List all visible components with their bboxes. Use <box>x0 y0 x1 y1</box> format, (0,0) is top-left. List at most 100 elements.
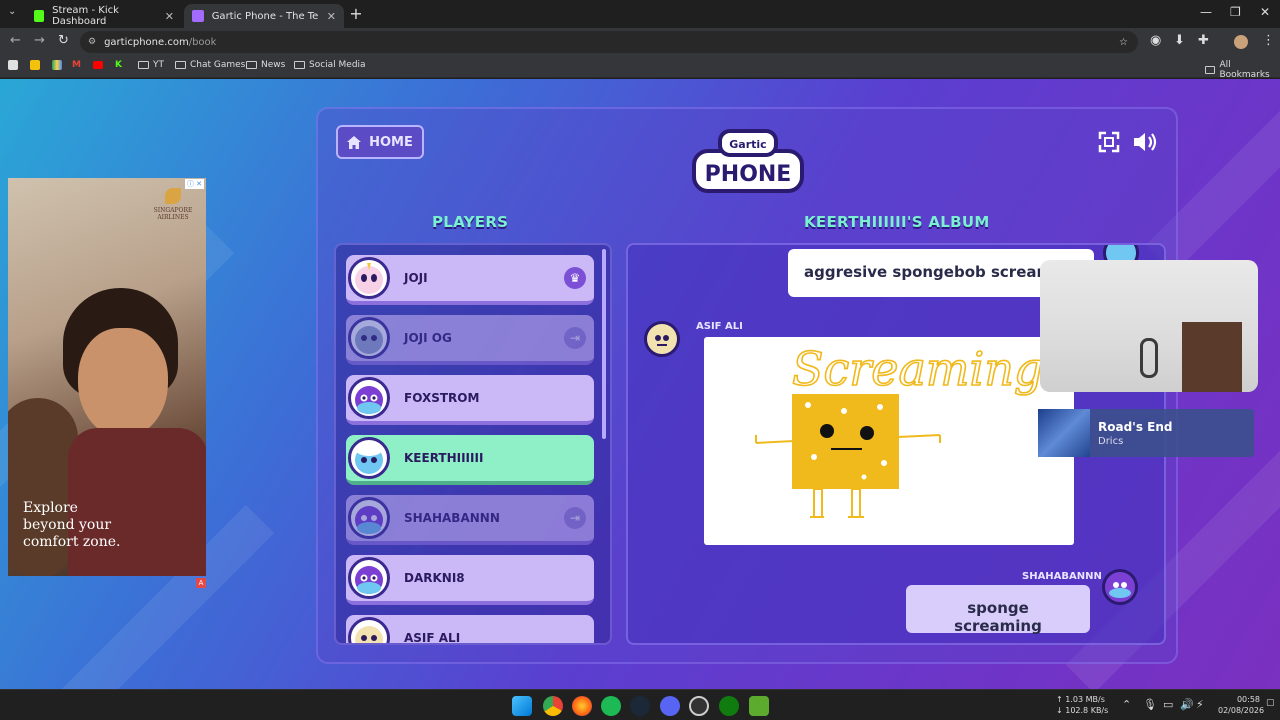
drive-icon[interactable] <box>52 60 62 70</box>
singapore-airlines-ad[interactable]: SINGAPORE AIRLINES Explore beyond your c… <box>8 178 206 576</box>
players-title: PLAYERS <box>432 213 509 231</box>
discord-icon[interactable] <box>660 696 680 716</box>
avatar <box>348 257 390 299</box>
reload-icon[interactable]: ↻ <box>58 33 69 48</box>
bookmarks-bar: M K YT Chat Games News Social Media All … <box>0 56 1280 80</box>
folder-icon <box>1205 66 1216 74</box>
new-tab-button[interactable]: + <box>346 4 366 23</box>
album-cover-icon <box>1038 409 1090 457</box>
bookmark-folder-yt[interactable]: YT <box>138 60 164 70</box>
players-list[interactable]: JOJI ♛ JOJI OG ⇥ FOXSTROM KEERTHIIIIII S… <box>334 243 612 645</box>
folder-icon <box>175 61 186 69</box>
bookmark-folder-social-media[interactable]: Social Media <box>294 60 366 70</box>
display-icon[interactable]: ▭ <box>1163 698 1173 711</box>
player-row-foxstrom[interactable]: FOXSTROM <box>346 375 594 425</box>
maximize-button[interactable]: ❐ <box>1230 5 1241 19</box>
extensions-puzzle-icon[interactable]: ✚ <box>1198 33 1209 48</box>
player-name: FOXSTROM <box>404 391 480 405</box>
url-host: garticphone.com <box>104 36 189 48</box>
spotify-icon[interactable] <box>601 696 621 716</box>
profile-avatar[interactable] <box>1234 35 1248 49</box>
obs-icon[interactable] <box>689 696 709 716</box>
gartic-phone-logo: Gartic PHONE <box>690 127 806 197</box>
svg-text:PHONE: PHONE <box>705 162 792 187</box>
ad-tagline: Explore beyond your comfort zone. <box>23 500 121 550</box>
volume-tray-icon[interactable]: 🔊 <box>1180 698 1194 711</box>
bookmark-star-icon[interactable]: ☆ <box>1119 37 1128 48</box>
chevron-up-icon[interactable]: ⌃ <box>1122 698 1131 711</box>
player-row-joji[interactable]: JOJI ♛ <box>346 255 594 305</box>
close-tab-icon[interactable]: ✕ <box>327 10 336 23</box>
drawer-name: ASIF ALI <box>696 321 743 332</box>
volume-icon[interactable] <box>1132 131 1158 153</box>
tab-title: Gartic Phone - The Telephone G <box>211 10 319 22</box>
now-playing-overlay: Road's End Drics <box>1038 409 1254 457</box>
singapore-airlines-logo: SINGAPORE AIRLINES <box>148 188 198 221</box>
notification-icon[interactable]: ▢ <box>1266 698 1275 708</box>
player-row-joji-og[interactable]: JOJI OG ⇥ <box>346 315 594 365</box>
chrome-icon[interactable] <box>543 696 563 716</box>
microphone-icon[interactable]: 🎙 <box>1143 698 1157 711</box>
extension-icon[interactable]: ◉ <box>1150 33 1161 48</box>
player-name: SHAHABANNN <box>404 511 500 525</box>
player-row-shahabannn[interactable]: SHAHABANNN ⇥ <box>346 495 594 545</box>
player-row-keerthiiiiii[interactable]: KEERTHIIIIII <box>346 435 594 485</box>
avatar <box>348 617 390 643</box>
home-icon <box>347 135 362 149</box>
tab-gartic-phone[interactable]: Gartic Phone - The Telephone G ✕ <box>184 4 344 28</box>
all-bookmarks[interactable]: All Bookmarks <box>1205 60 1280 80</box>
bookmark-folder-chat-games[interactable]: Chat Games <box>175 60 245 70</box>
answer-bubble: sponge screaming <box>906 585 1090 635</box>
song-title: Road's End <box>1098 419 1173 434</box>
player-name: JOJI <box>404 271 428 285</box>
gmail-icon[interactable]: M <box>72 60 81 70</box>
fullscreen-icon[interactable] <box>1098 131 1120 153</box>
close-window-button[interactable]: ✕ <box>1260 5 1270 19</box>
firefox-icon[interactable] <box>572 696 592 716</box>
back-icon[interactable]: ← <box>10 33 21 48</box>
url-path: /book <box>188 36 217 48</box>
home-button[interactable]: HOME <box>336 125 424 159</box>
avatar <box>348 557 390 599</box>
bookmark-folder-news[interactable]: News <box>246 60 285 70</box>
crown-icon: ♛ <box>564 267 586 289</box>
lamp-icon <box>1140 338 1158 378</box>
bookmark-icon[interactable] <box>8 60 18 70</box>
ad-badge-icon[interactable]: A <box>196 578 206 588</box>
forward-icon[interactable]: → <box>34 33 45 48</box>
menu-icon[interactable]: ⋮ <box>1262 33 1275 48</box>
steam-icon[interactable] <box>630 696 650 716</box>
start-icon[interactable] <box>512 696 532 716</box>
tab-kick-dashboard[interactable]: Stream - Kick Dashboard ✕ <box>26 4 182 28</box>
tab-search-icon[interactable]: ⌄ <box>8 6 16 17</box>
network-speed: ↑ 1.03 MB/s ↓ 102.8 KB/s <box>1056 695 1109 715</box>
avatar <box>348 437 390 479</box>
album-title: KEERTHIIIIII'S ALBUM <box>804 213 990 231</box>
folder-icon <box>138 61 149 69</box>
player-name: ASIF ALI <box>404 631 461 645</box>
download-icon[interactable]: ⬇ <box>1174 33 1185 48</box>
youtube-icon[interactable] <box>93 61 103 69</box>
xbox-icon[interactable] <box>719 696 739 716</box>
address-bar-row: ← → ↻ ⚙ garticphone.com/book ☆ ◉ ⬇ ✚ ⋮ <box>0 28 1280 56</box>
avatar <box>348 377 390 419</box>
bookmark-icon[interactable] <box>30 60 40 70</box>
player-row-asif-ali[interactable]: ASIF ALI <box>346 615 594 645</box>
header-icons <box>1098 131 1158 153</box>
minimize-button[interactable]: — <box>1200 5 1212 19</box>
drawing-word: Screaming <box>792 342 1043 396</box>
ad-choices-icon[interactable]: ⓘ ✕ <box>184 179 204 189</box>
site-info-icon[interactable]: ⚙ <box>88 37 96 47</box>
avatar <box>644 321 680 357</box>
clock[interactable]: 00:58 02/08/2026 <box>1218 694 1264 716</box>
network-tray-icon[interactable]: ⚡ <box>1196 698 1204 711</box>
kick-icon[interactable]: K <box>115 60 122 70</box>
close-tab-icon[interactable]: ✕ <box>165 10 174 23</box>
minecraft-icon[interactable] <box>749 696 769 716</box>
windows-taskbar: ↑ 1.03 MB/s ↓ 102.8 KB/s ⌃ 🎙 ▭ 🔊 ⚡ 00:58… <box>0 689 1280 720</box>
players-scrollbar[interactable] <box>602 249 606 439</box>
url-input[interactable]: ⚙ garticphone.com/book ☆ <box>80 31 1138 53</box>
player-row-darkni8[interactable]: DARKNI8 <box>346 555 594 605</box>
player-name: JOJI OG <box>404 331 452 345</box>
folder-icon <box>246 61 257 69</box>
